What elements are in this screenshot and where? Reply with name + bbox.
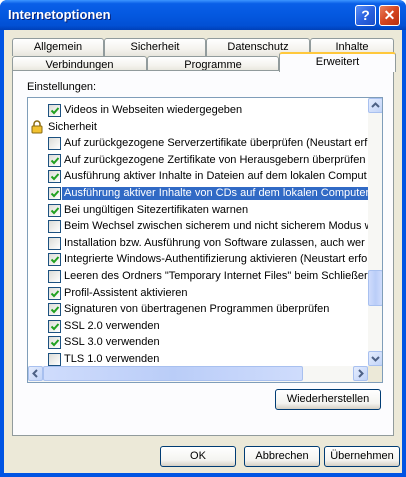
checkmark-icon: [50, 306, 60, 314]
horizontal-scroll-thumb[interactable]: [43, 366, 303, 381]
settings-option[interactable]: Leeren des Ordners "Temporary Internet F…: [28, 268, 368, 284]
title-bar[interactable]: Internetoptionen ? ✕: [0, 0, 406, 30]
horizontal-scrollbar[interactable]: [28, 366, 368, 382]
settings-option[interactable]: Auf zurückgezogene Zertifikate von Herau…: [28, 152, 368, 168]
option-label: Auf zurückgezogene Serverzertifikate übe…: [64, 137, 368, 150]
checkbox[interactable]: [48, 303, 61, 317]
dialog-client: Allgemein Sicherheit Datenschutz Inhalte…: [4, 30, 402, 473]
checkbox[interactable]: [48, 253, 61, 267]
option-label: Installation bzw. Ausführung von Softwar…: [64, 236, 365, 249]
scrollbar-corner: [368, 366, 382, 382]
chevron-left-icon: [32, 369, 38, 378]
checkbox[interactable]: [48, 270, 61, 283]
vertical-scrollbar[interactable]: [368, 98, 382, 366]
chevron-up-icon: [371, 102, 380, 108]
tab-allgemein[interactable]: Allgemein: [12, 38, 104, 56]
settings-option[interactable]: Auf zurückgezogene Serverzertifikate übe…: [28, 135, 368, 151]
help-button[interactable]: ?: [355, 5, 376, 26]
settings-option[interactable]: Signaturen von übertragenen Programmen ü…: [28, 301, 368, 317]
settings-option[interactable]: TLS 1.0 verwenden: [28, 351, 368, 367]
option-label: Sicherheit: [48, 120, 97, 133]
ok-button[interactable]: OK: [160, 446, 236, 467]
settings-option[interactable]: Ausführung aktiver Inhalte in Dateien au…: [28, 168, 368, 184]
option-label: SSL 3.0 verwenden: [64, 336, 160, 349]
checkbox[interactable]: [48, 353, 61, 366]
settings-option[interactable]: Beim Wechsel zwischen sicherem und nicht…: [28, 218, 368, 234]
checkmark-icon: [50, 173, 60, 181]
option-label: Profil-Assistent aktivieren: [64, 286, 188, 299]
help-icon: ?: [361, 7, 370, 23]
settings-option[interactable]: Profil-Assistent aktivieren: [28, 285, 368, 301]
lock-icon: [31, 119, 43, 134]
restore-defaults-button[interactable]: Wiederherstellen: [275, 389, 381, 410]
option-label: Videos in Webseiten wiedergegeben: [64, 104, 243, 116]
chevron-right-icon: [358, 369, 364, 378]
tab-sicherheit[interactable]: Sicherheit: [104, 38, 206, 56]
checkbox[interactable]: [48, 187, 61, 200]
scroll-left-button[interactable]: [28, 366, 43, 381]
checkbox[interactable]: [48, 137, 61, 151]
checkmark-icon: [50, 206, 60, 215]
checkbox[interactable]: [48, 336, 61, 350]
checkbox[interactable]: [48, 104, 61, 117]
tab-verbindungen[interactable]: Verbindungen: [12, 56, 147, 71]
option-label: TLS 1.0 verwenden: [64, 353, 160, 365]
checkbox[interactable]: [48, 319, 61, 333]
option-label: Leeren des Ordners "Temporary Internet F…: [64, 270, 368, 282]
option-label: Bei ungültigen Sitezertifikaten warnen: [64, 203, 249, 216]
checkbox[interactable]: [48, 153, 61, 167]
dialog-window: Internetoptionen ? ✕ Allgemein Sicherhei…: [0, 0, 406, 477]
tab-erweitert[interactable]: Erweitert: [279, 52, 396, 72]
settings-label: Einstellungen:: [27, 81, 97, 93]
vertical-scroll-thumb[interactable]: [368, 270, 382, 306]
settings-option[interactable]: Installation bzw. Ausführung von Softwar…: [28, 235, 368, 251]
window-title: Internetoptionen: [8, 7, 111, 22]
option-label: Integrierte Windows-Authentifizierung ak…: [64, 253, 368, 266]
tab-programme[interactable]: Programme: [147, 56, 279, 71]
tab-panel-erweitert: Einstellungen: Videos in Webseiten wiede…: [12, 70, 394, 436]
settings-group-header: Sicherheit: [28, 119, 368, 135]
checkbox[interactable]: [48, 220, 61, 234]
close-icon: ✕: [383, 7, 396, 23]
settings-option[interactable]: Ausführung aktiver Inhalte von CDs auf d…: [28, 185, 368, 201]
checkmark-icon: [50, 190, 60, 198]
checkmark-icon: [50, 107, 60, 115]
checkmark-icon: [50, 157, 60, 165]
scroll-up-button[interactable]: [368, 98, 382, 113]
checkmark-icon: [50, 323, 60, 331]
checkbox[interactable]: [48, 203, 61, 217]
checkmark-icon: [50, 289, 60, 298]
settings-option[interactable]: Integrierte Windows-Authentifizierung ak…: [28, 251, 368, 267]
option-label: Ausführung aktiver Inhalte in Dateien au…: [64, 170, 367, 183]
cancel-button[interactable]: Abbrechen: [244, 446, 320, 467]
option-label: Signaturen von übertragenen Programmen ü…: [64, 303, 330, 316]
settings-option[interactable]: SSL 2.0 verwenden: [28, 318, 368, 334]
checkmark-icon: [50, 339, 60, 347]
settings-option[interactable]: Videos in Webseiten wiedergegeben: [28, 102, 368, 118]
scroll-down-button[interactable]: [368, 351, 382, 366]
close-button[interactable]: ✕: [379, 5, 400, 26]
settings-list[interactable]: Videos in Webseiten wiedergegeben Sicherh…: [27, 97, 383, 383]
checkmark-icon: [50, 256, 60, 264]
settings-option[interactable]: Bei ungültigen Sitezertifikaten warnen: [28, 202, 368, 218]
option-label: Auf zurückgezogene Zertifikate von Herau…: [64, 153, 366, 166]
checkbox[interactable]: [48, 286, 61, 300]
settings-option[interactable]: SSL 3.0 verwenden: [28, 334, 368, 350]
option-label: Ausführung aktiver Inhalte von CDs auf d…: [62, 187, 368, 200]
apply-button[interactable]: Übernehmen: [324, 446, 400, 467]
checkbox[interactable]: [48, 170, 61, 184]
option-label: SSL 2.0 verwenden: [64, 319, 160, 332]
scroll-right-button[interactable]: [353, 366, 368, 381]
checkbox[interactable]: [48, 236, 61, 250]
option-label: Beim Wechsel zwischen sicherem und nicht…: [64, 220, 368, 233]
chevron-down-icon: [371, 356, 380, 362]
